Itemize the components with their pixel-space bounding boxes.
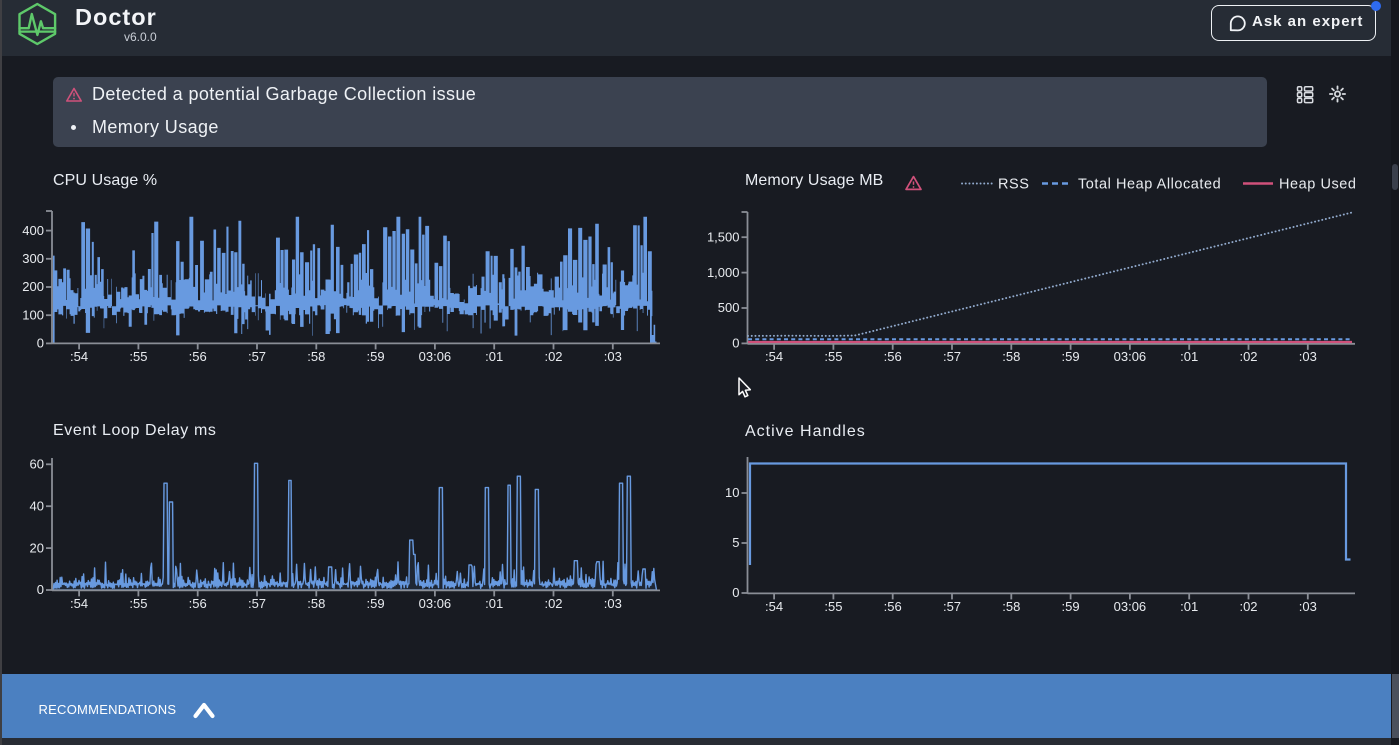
svg-text::54: :54 xyxy=(765,349,783,364)
svg-text:500: 500 xyxy=(718,300,740,315)
svg-text::57: :57 xyxy=(248,349,266,364)
svg-text::03: :03 xyxy=(1299,349,1317,364)
svg-text::01: :01 xyxy=(1180,599,1198,614)
svg-text:1,500: 1,500 xyxy=(707,229,740,244)
svg-text::55: :55 xyxy=(824,599,842,614)
svg-text:0: 0 xyxy=(37,582,44,597)
svg-text::57: :57 xyxy=(943,599,961,614)
svg-text::54: :54 xyxy=(70,596,88,611)
svg-text::58: :58 xyxy=(307,596,325,611)
svg-text::03: :03 xyxy=(604,349,622,364)
svg-text:RSS: RSS xyxy=(998,177,1029,193)
svg-text:20: 20 xyxy=(30,540,44,555)
svg-text::02: :02 xyxy=(544,596,562,611)
svg-text::57: :57 xyxy=(943,349,961,364)
svg-text:100: 100 xyxy=(22,307,44,322)
svg-text:10: 10 xyxy=(725,485,739,500)
svg-text::56: :56 xyxy=(884,349,902,364)
svg-text::58: :58 xyxy=(1002,599,1020,614)
svg-text::02: :02 xyxy=(1239,599,1257,614)
svg-text::54: :54 xyxy=(70,349,88,364)
svg-text:03:06: 03:06 xyxy=(1114,349,1147,364)
svg-text:1,000: 1,000 xyxy=(707,265,740,280)
svg-text:60: 60 xyxy=(30,457,44,472)
svg-text:200: 200 xyxy=(22,279,44,294)
svg-text::54: :54 xyxy=(765,599,783,614)
svg-text::57: :57 xyxy=(248,596,266,611)
svg-text:Heap Used: Heap Used xyxy=(1279,177,1357,193)
svg-text::01: :01 xyxy=(1180,349,1198,364)
svg-text::56: :56 xyxy=(884,599,902,614)
svg-text::56: :56 xyxy=(189,596,207,611)
svg-text::02: :02 xyxy=(1239,349,1257,364)
svg-text:03:06: 03:06 xyxy=(1114,599,1147,614)
svg-text:0: 0 xyxy=(732,336,739,351)
svg-text:5: 5 xyxy=(732,535,739,550)
svg-text::59: :59 xyxy=(367,349,385,364)
svg-text::58: :58 xyxy=(307,349,325,364)
svg-text:03:06: 03:06 xyxy=(419,349,452,364)
svg-text::59: :59 xyxy=(1062,349,1080,364)
svg-text::56: :56 xyxy=(189,349,207,364)
svg-text::03: :03 xyxy=(1299,599,1317,614)
svg-text::55: :55 xyxy=(129,596,147,611)
svg-text::59: :59 xyxy=(1062,599,1080,614)
svg-text::03: :03 xyxy=(604,596,622,611)
svg-text::55: :55 xyxy=(824,349,842,364)
svg-text::59: :59 xyxy=(367,596,385,611)
svg-text:40: 40 xyxy=(30,498,44,513)
svg-text::58: :58 xyxy=(1002,349,1020,364)
svg-text:03:06: 03:06 xyxy=(419,596,452,611)
svg-text:300: 300 xyxy=(22,251,44,266)
svg-text:0: 0 xyxy=(732,585,739,600)
svg-text::01: :01 xyxy=(485,596,503,611)
svg-text:400: 400 xyxy=(22,223,44,238)
svg-text:0: 0 xyxy=(37,336,44,351)
svg-text::01: :01 xyxy=(485,349,503,364)
svg-text::55: :55 xyxy=(129,349,147,364)
svg-text::02: :02 xyxy=(544,349,562,364)
svg-text:Total Heap Allocated: Total Heap Allocated xyxy=(1078,177,1221,193)
